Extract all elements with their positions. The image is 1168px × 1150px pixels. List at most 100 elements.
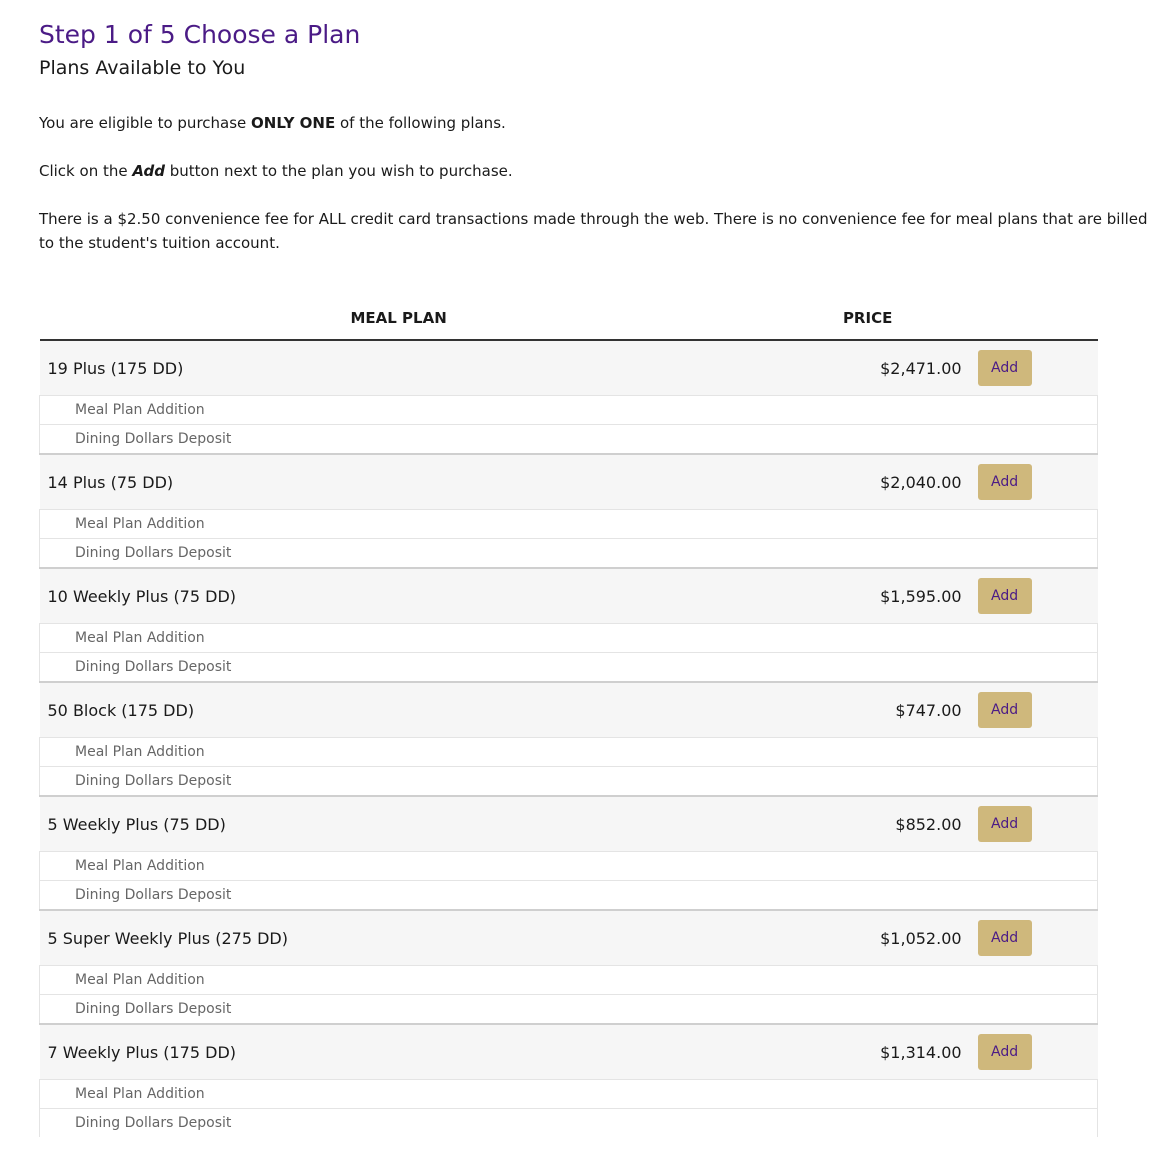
plan-action-cell: Add [977,453,1098,510]
plan-detail-action [977,652,1098,682]
plan-price: $2,471.00 [757,340,978,396]
dining-dollars-deposit-label: Dining Dollars Deposit [38,880,758,910]
plan-price: $2,040.00 [757,453,978,510]
page: Step 1 of 5 Choose a Plan Plans Availabl… [0,0,1168,1137]
plan-detail-price [757,880,978,910]
meal-plan-addition-label: Meal Plan Addition [38,851,758,881]
plan-name: 10 Weekly Plus (75 DD) [39,567,758,624]
plan-name: 19 Plus (175 DD) [39,340,758,396]
add-plan-button[interactable]: Add [977,1034,1032,1070]
add-plan-button[interactable]: Add [977,806,1032,842]
plan-price: $747.00 [757,681,978,738]
plan-detail-row: Meal Plan Addition [38,509,1098,539]
plan-detail-row: Dining Dollars Deposit [38,880,1098,910]
eligibility-suffix: of the following plans. [335,114,506,132]
plan-detail-price [757,424,978,454]
dining-dollars-deposit-label: Dining Dollars Deposit [38,652,758,682]
plan-detail-price [757,994,978,1024]
plan-detail-row: Dining Dollars Deposit [38,1108,1098,1137]
plan-name: 14 Plus (75 DD) [39,453,758,510]
plan-detail-price [757,623,978,653]
meal-plan-addition-label: Meal Plan Addition [38,1079,758,1109]
plan-detail-action [977,851,1098,881]
plan-price: $1,052.00 [757,909,978,966]
table-header: MEAL PLAN PRICE [39,307,1098,341]
table-body: 19 Plus (175 DD) $2,471.00 Add Meal Plan Ad… [38,340,1098,1137]
add-plan-button[interactable]: Add [977,920,1032,956]
dining-dollars-deposit-label: Dining Dollars Deposit [38,1108,758,1137]
plan-detail-action [977,1108,1098,1137]
plan-detail-price [757,509,978,539]
plan-detail-price [757,1079,978,1109]
meal-plan-addition-label: Meal Plan Addition [38,509,758,539]
plan-row: 14 Plus (75 DD) $2,040.00 Add [39,453,1098,510]
plan-action-cell: Add [977,681,1098,738]
plan-action-cell: Add [977,909,1098,966]
meal-plan-addition-label: Meal Plan Addition [38,965,758,995]
plan-action-cell: Add [977,795,1098,852]
plan-detail-row: Dining Dollars Deposit [38,766,1098,796]
column-header-meal-plan: MEAL PLAN [39,307,758,341]
plan-price: $852.00 [757,795,978,852]
plan-detail-action [977,965,1098,995]
plan-detail-row: Dining Dollars Deposit [38,538,1098,568]
meal-plan-addition-label: Meal Plan Addition [38,737,758,767]
plan-action-cell: Add [977,1023,1098,1080]
page-subtitle: Plans Available to You [39,57,246,79]
plan-detail-row: Dining Dollars Deposit [38,994,1098,1024]
eligibility-prefix: You are eligible to purchase [39,114,252,132]
plan-detail-action [977,509,1098,539]
page-title: Step 1 of 5 Choose a Plan [39,20,361,49]
plan-detail-price [757,652,978,682]
plan-detail-price [757,851,978,881]
meal-plan-addition-label: Meal Plan Addition [38,395,758,425]
meal-plan-addition-label: Meal Plan Addition [38,623,758,653]
plan-detail-action [977,994,1098,1024]
plan-detail-action [977,395,1098,425]
plan-detail-row: Meal Plan Addition [38,1079,1098,1109]
plan-detail-row: Dining Dollars Deposit [38,652,1098,682]
plan-row: 5 Weekly Plus (75 DD) $852.00 Add [39,795,1098,852]
add-plan-button[interactable]: Add [977,464,1032,500]
plan-name: 5 Super Weekly Plus (275 DD) [39,909,758,966]
plan-detail-action [977,766,1098,796]
add-plan-button[interactable]: Add [977,578,1032,614]
click-suffix: button next to the plan you wish to purc… [164,162,513,180]
plan-detail-price [757,965,978,995]
table-header-row: MEAL PLAN PRICE [39,307,1098,341]
plan-detail-action [977,538,1098,568]
meal-plan-table: MEAL PLAN PRICE 19 Plus (175 DD) $2,471.0… [38,307,1098,1137]
plan-detail-row: Meal Plan Addition [38,851,1098,881]
plan-detail-action [977,424,1098,454]
click-prefix: Click on the [39,162,133,180]
plan-detail-action [977,623,1098,653]
plan-detail-row: Meal Plan Addition [38,623,1098,653]
plan-detail-action [977,1079,1098,1109]
eligibility-text: You are eligible to purchase ONLY ONE of… [39,111,1154,135]
plan-detail-row: Meal Plan Addition [38,737,1098,767]
plan-detail-row: Meal Plan Addition [38,965,1098,995]
dining-dollars-deposit-label: Dining Dollars Deposit [38,994,758,1024]
plan-detail-price [757,1108,978,1137]
dining-dollars-deposit-label: Dining Dollars Deposit [38,538,758,568]
plan-detail-price [757,766,978,796]
plan-row: 19 Plus (175 DD) $2,471.00 Add [39,340,1098,396]
plan-detail-row: Dining Dollars Deposit [38,424,1098,454]
column-header-price: PRICE [757,307,978,341]
plan-row: 50 Block (175 DD) $747.00 Add [39,681,1098,738]
plan-detail-price [757,395,978,425]
plan-detail-price [757,538,978,568]
plan-detail-action [977,737,1098,767]
plan-detail-price [757,737,978,767]
dining-dollars-deposit-label: Dining Dollars Deposit [38,766,758,796]
plan-name: 5 Weekly Plus (75 DD) [39,795,758,852]
add-plan-button[interactable]: Add [977,692,1032,728]
add-plan-button[interactable]: Add [977,350,1032,386]
plan-action-cell: Add [977,567,1098,624]
click-instruction-text: Click on the Add button next to the plan… [39,159,1154,183]
plan-row: 5 Super Weekly Plus (275 DD) $1,052.00 Add [39,909,1098,966]
plan-price: $1,595.00 [757,567,978,624]
eligibility-emphasis: ONLY ONE [251,114,336,132]
plan-price: $1,314.00 [757,1023,978,1080]
plan-action-cell: Add [977,340,1098,396]
